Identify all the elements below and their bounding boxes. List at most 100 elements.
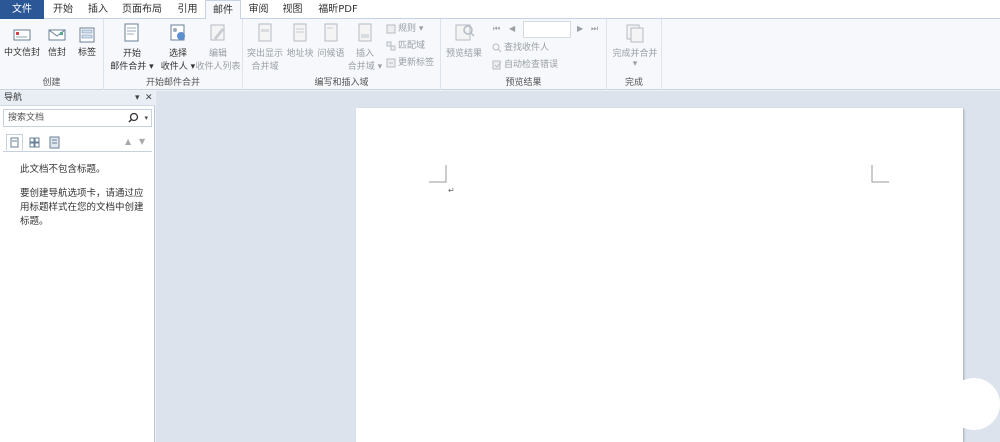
envelopes-button[interactable]: 信封 <box>45 27 69 58</box>
ribbon-tab-strip: 文件 开始 插入 页面布局 引用 邮件 审阅 视图 福昕PDF <box>0 0 1000 20</box>
greeting-line-button[interactable]: 问候语 <box>316 22 346 59</box>
match-fields-icon <box>386 41 396 50</box>
start-mail-merge-label-1: 开始 <box>122 49 141 59</box>
margin-corner-top-left <box>429 165 447 183</box>
labels-icon <box>79 27 95 43</box>
document-area[interactable]: ↵ <box>156 91 1000 442</box>
update-labels-label: 更新标签 <box>398 58 435 68</box>
previous-result-icon[interactable]: ▲ <box>125 137 131 146</box>
search-dropdown-icon[interactable]: ▾ <box>144 110 148 126</box>
headings-view-icon <box>10 137 19 148</box>
chinese-envelope-label: 中文信封 <box>3 48 40 58</box>
document-page[interactable]: ↵ <box>356 108 963 442</box>
select-recipients-icon <box>170 24 185 41</box>
tab-pages-view[interactable] <box>26 134 43 151</box>
tab-home[interactable]: 开始 <box>44 0 82 19</box>
group-write-insert-fields-label: 编写和插入域 <box>314 78 369 88</box>
group-write-insert-fields: 突出显示 合并域 地址块 问候语 插入 合并域 ▾ 规则 ▾ 匹配域 更新标签 … <box>243 19 441 90</box>
finish-merge-arrow: ▾ <box>632 59 638 69</box>
address-block-button[interactable]: 地址块 <box>285 22 315 59</box>
preview-results-icon <box>455 24 475 41</box>
insert-merge-field-button[interactable]: 插入 合并域 ▾ <box>347 22 383 72</box>
last-record-button[interactable]: ⏭ <box>591 24 598 34</box>
group-create: 中文信封 信封 标签 创建 <box>0 19 104 90</box>
finish-merge-button[interactable]: 完成并合并 ▾ <box>609 22 661 69</box>
next-result-icon[interactable]: ▼ <box>139 137 145 146</box>
finish-merge-icon <box>626 24 644 43</box>
margin-corner-top-right <box>871 165 889 183</box>
rules-label: 规则 ▾ <box>398 24 424 34</box>
finish-merge-label: 完成并合并 <box>612 49 658 59</box>
pane-options-button[interactable]: ▾ <box>135 91 140 106</box>
insert-merge-field-icon <box>358 23 372 42</box>
tab-headings-view[interactable] <box>6 134 23 151</box>
tab-mailings[interactable]: 邮件 <box>205 0 241 20</box>
previous-record-button[interactable]: ◀ <box>509 24 515 33</box>
navigation-view-tabs: ▲ ▼ <box>3 134 152 152</box>
match-fields-label: 匹配域 <box>398 41 426 51</box>
labels-button[interactable]: 标签 <box>74 27 100 58</box>
update-labels-button[interactable]: 更新标签 <box>386 57 434 70</box>
edit-recipient-list-label-2: 收件人列表 <box>195 62 241 72</box>
insert-merge-field-label-1: 插入 <box>355 49 374 59</box>
preview-results-label: 预览结果 <box>445 49 482 59</box>
find-recipient-icon <box>492 43 502 52</box>
greeting-line-icon <box>324 23 338 42</box>
navigation-pane-body: 此文档不包含标题。 要创建导航选项卡，请通过应用标题样式在您的文档中创建标题。 <box>0 153 153 442</box>
group-finish: 完成并合并 ▾ 完成 <box>607 19 662 90</box>
envelopes-label: 信封 <box>47 48 66 58</box>
search-document-input[interactable]: 搜索文档 ▾ <box>3 109 152 127</box>
close-pane-button[interactable]: ✕ <box>145 91 153 106</box>
edit-recipient-list-icon <box>210 24 225 41</box>
match-fields-button[interactable]: 匹配域 <box>386 40 425 53</box>
search-icon[interactable] <box>128 111 139 125</box>
auto-check-errors-icon <box>492 60 502 69</box>
auto-check-errors-button[interactable]: 自动检查错误 <box>492 59 558 72</box>
results-view-icon <box>49 136 60 149</box>
auto-check-errors-label: 自动检查错误 <box>504 60 559 70</box>
start-mail-merge-button[interactable]: 开始 邮件合并 ▾ <box>108 22 156 72</box>
group-finish-label: 完成 <box>624 78 643 88</box>
tab-file[interactable]: 文件 <box>0 0 44 19</box>
rules-button[interactable]: 规则 ▾ <box>386 23 423 36</box>
chinese-envelope-icon <box>13 29 31 41</box>
start-mail-merge-icon <box>124 23 139 42</box>
create-headings-hint: 要创建导航选项卡，请通过应用标题样式在您的文档中创建标题。 <box>20 188 144 227</box>
tab-foxit-pdf[interactable]: 福昕PDF <box>309 0 367 19</box>
highlight-merge-fields-button[interactable]: 突出显示 合并域 <box>245 22 285 72</box>
address-block-label: 地址块 <box>286 49 314 59</box>
tab-insert[interactable]: 插入 <box>82 0 114 19</box>
edit-recipient-list-label-1: 编辑 <box>208 49 227 59</box>
navigation-pane-title: 导航 <box>0 91 155 106</box>
find-recipient-button[interactable]: 查找收件人 <box>492 42 549 55</box>
tab-view[interactable]: 视图 <box>276 0 309 19</box>
tab-results-view[interactable] <box>46 134 63 151</box>
search-placeholder: 搜索文档 <box>8 113 45 123</box>
first-record-button[interactable]: ⏮ <box>493 24 500 34</box>
rules-icon <box>386 24 396 33</box>
tab-page-layout[interactable]: 页面布局 <box>114 0 170 19</box>
record-number-input[interactable] <box>523 21 571 38</box>
highlight-merge-fields-icon <box>258 23 272 42</box>
greeting-line-label: 问候语 <box>317 49 345 59</box>
tab-review[interactable]: 审阅 <box>241 0 276 19</box>
group-preview-results: 预览结果 ⏮ ◀ ▶ ⏭ 查找收件人 自动检查错误 预览结果 <box>441 19 607 90</box>
tab-references[interactable]: 引用 <box>170 0 205 19</box>
find-recipient-label: 查找收件人 <box>504 43 550 53</box>
pages-view-icon <box>29 137 40 148</box>
labels-label: 标签 <box>77 48 96 58</box>
highlight-merge-fields-label-2: 合并域 <box>251 62 279 72</box>
start-mail-merge-label-2: 邮件合并 ▾ <box>110 62 154 72</box>
group-start-mail-merge-label: 开始邮件合并 <box>145 78 200 88</box>
chinese-envelope-button[interactable]: 中文信封 <box>3 27 41 58</box>
update-labels-icon <box>386 58 396 67</box>
navigation-pane: 导航 ▾ ✕ 搜索文档 ▾ ▲ ▼ 此文档不包含标题。 要创建导航选项卡，请通过… <box>0 91 155 442</box>
paragraph-mark: ↵ <box>448 186 455 195</box>
next-record-button[interactable]: ▶ <box>577 24 583 33</box>
preview-results-button[interactable]: 预览结果 <box>444 22 484 59</box>
envelope-icon <box>48 29 66 41</box>
edit-recipient-list-button[interactable]: 编辑 收件人列表 <box>193 22 243 72</box>
floating-overlay-circle <box>948 378 1000 430</box>
no-headings-message: 此文档不包含标题。 <box>20 164 106 175</box>
address-block-icon <box>293 23 307 42</box>
